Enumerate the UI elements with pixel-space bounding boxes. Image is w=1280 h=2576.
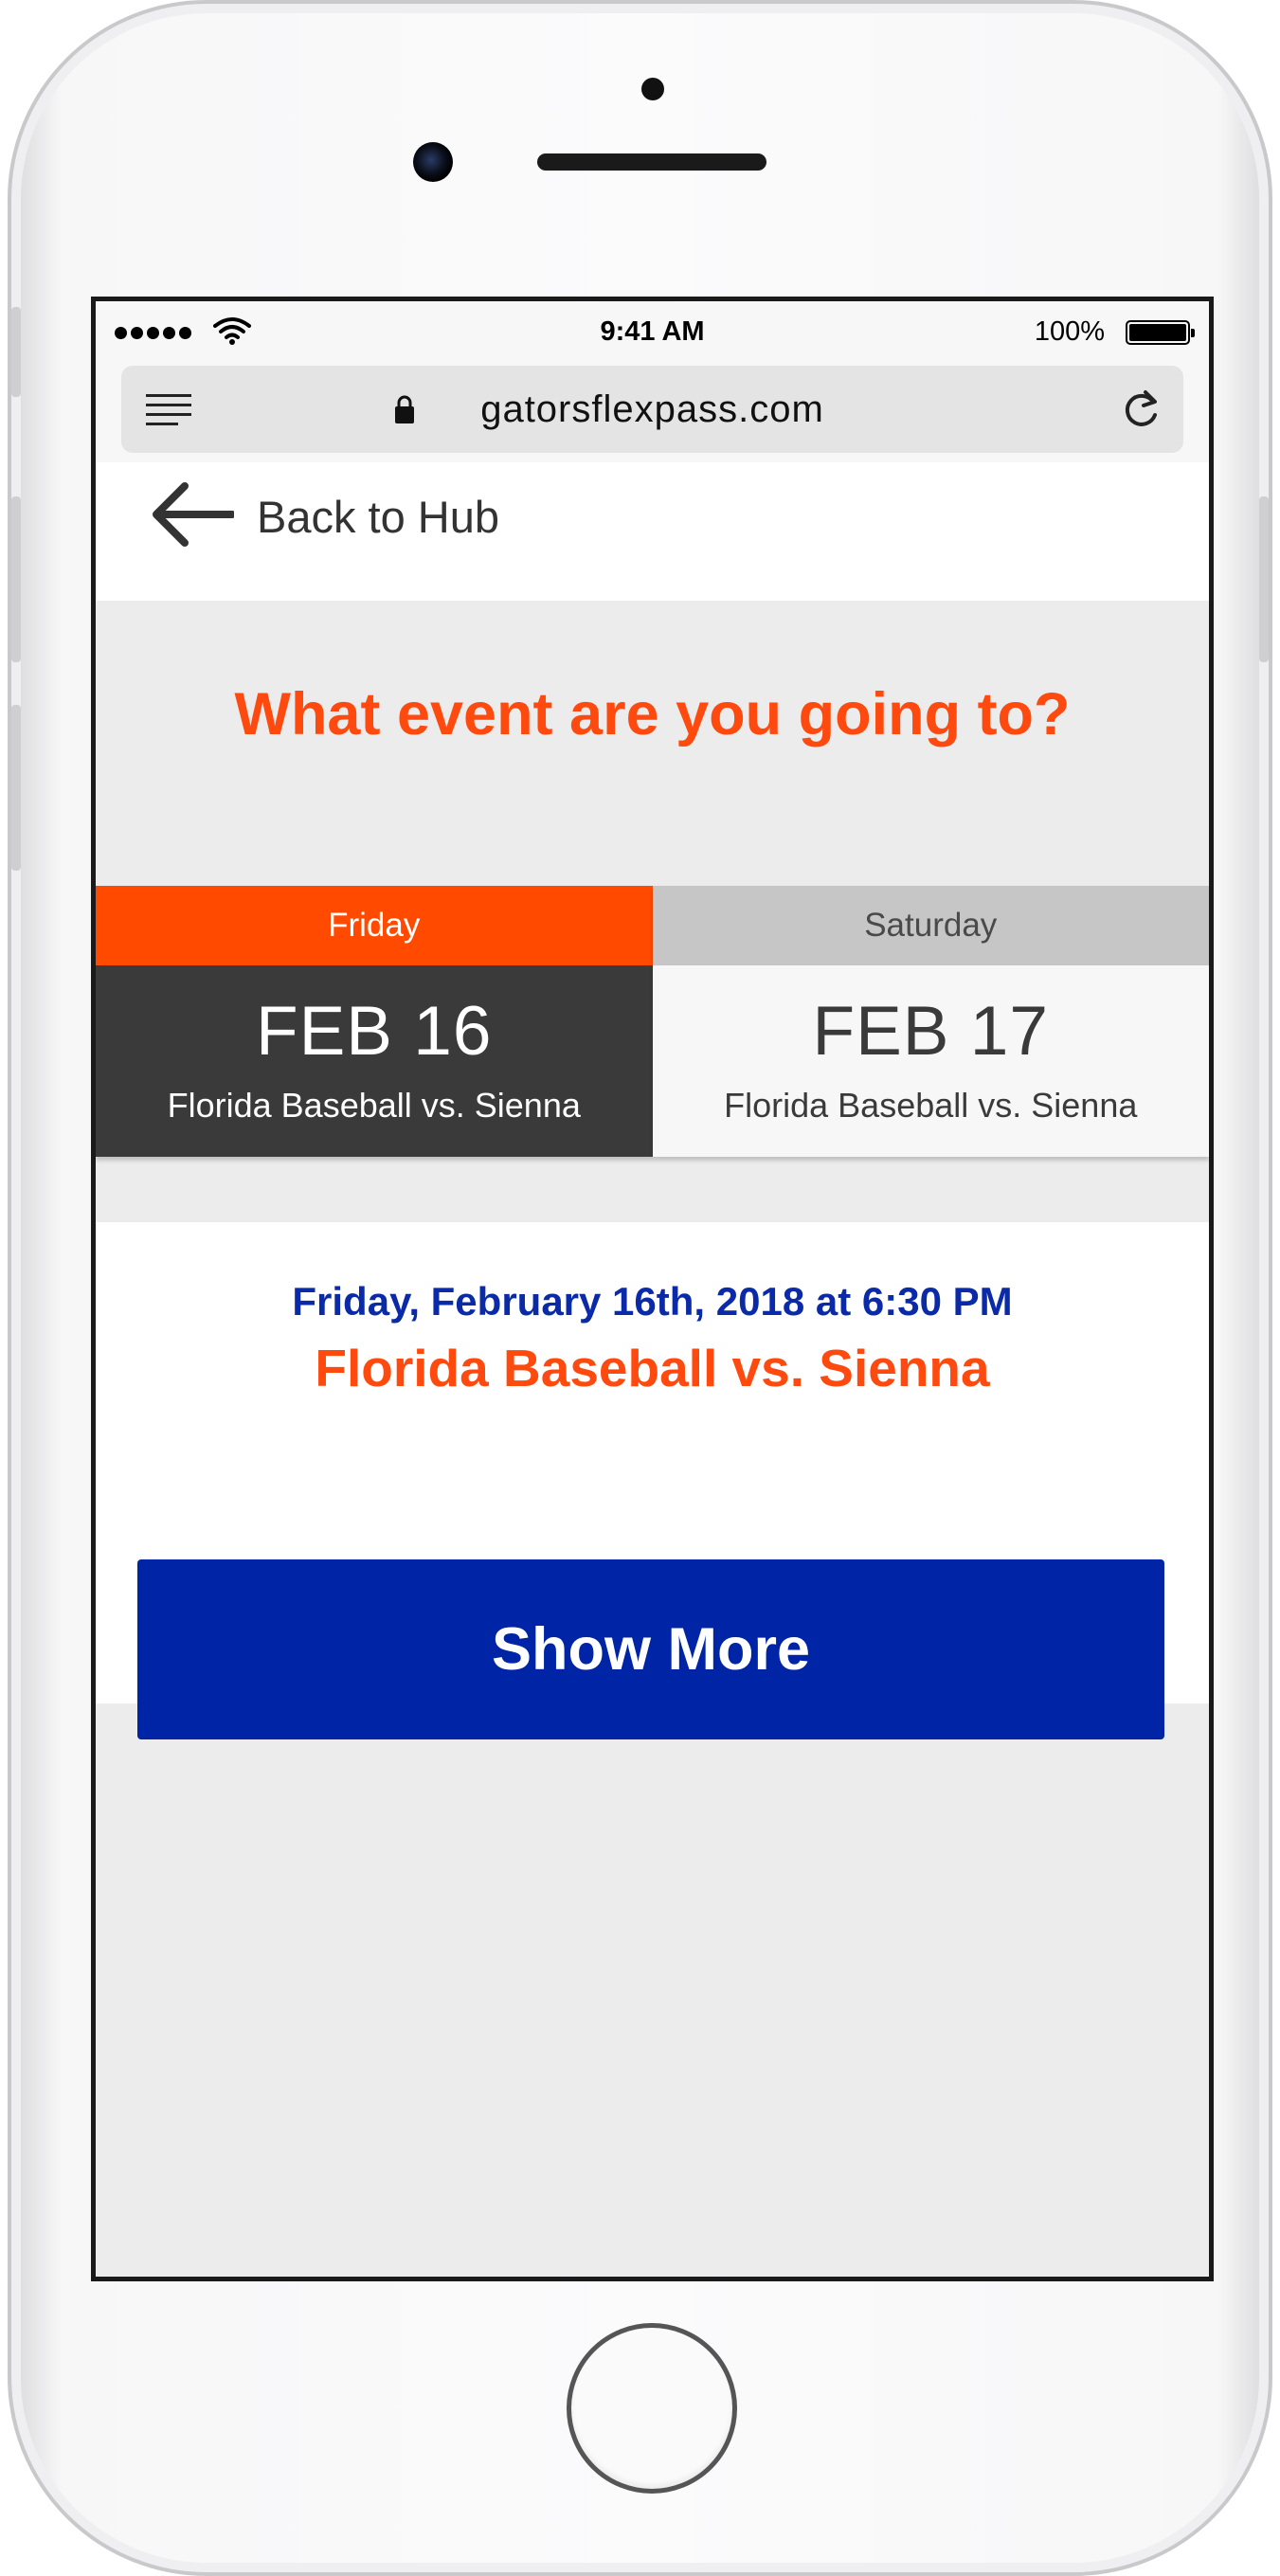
power-button <box>1259 496 1269 662</box>
tab-body: FEB 16 Florida Baseball vs. Sienna <box>96 965 653 1157</box>
event-tabs: Friday FEB 16 Florida Baseball vs. Sienn… <box>96 886 1209 1157</box>
tab-date: FEB 17 <box>812 993 1049 1070</box>
screen: 9:41 AM 100% gatorsflexpass.com Back to … <box>91 297 1214 2281</box>
event-datetime: Friday, February 16th, 2018 at 6:30 PM <box>292 1279 1013 1324</box>
page-title: What event are you going to? <box>234 681 1071 748</box>
show-more-section: Show More <box>96 1503 1209 1739</box>
tab-friday[interactable]: Friday FEB 16 Florida Baseball vs. Sienn… <box>96 886 653 1157</box>
proximity-sensor <box>641 78 664 100</box>
back-arrow-icon[interactable] <box>151 479 234 549</box>
tab-game: Florida Baseball vs. Sienna <box>167 1086 581 1125</box>
tab-date: FEB 16 <box>256 993 493 1070</box>
event-title: Florida Baseball vs. Sienna <box>315 1339 990 1397</box>
reload-icon[interactable] <box>1117 387 1164 434</box>
address-bar[interactable]: gatorsflexpass.com <box>121 366 1183 453</box>
event-detail-card: Friday, February 16th, 2018 at 6:30 PM F… <box>96 1222 1209 1503</box>
tab-day-label: Saturday <box>652 886 1209 965</box>
tab-day-label: Friday <box>96 886 653 965</box>
back-to-hub-label[interactable]: Back to Hub <box>257 491 499 543</box>
show-more-button[interactable]: Show More <box>137 1559 1164 1739</box>
back-to-hub-link[interactable]: Back to Hub <box>96 462 1209 601</box>
tab-game: Florida Baseball vs. Sienna <box>724 1086 1138 1125</box>
mute-switch <box>11 307 21 397</box>
tab-body: FEB 17 Florida Baseball vs. Sienna <box>652 965 1209 1157</box>
phone-frame: 9:41 AM 100% gatorsflexpass.com Back to … <box>8 0 1272 2576</box>
volume-up-button <box>11 496 21 662</box>
battery-icon <box>1126 320 1195 345</box>
battery-percentage: 100% <box>1034 316 1105 347</box>
browser-toolbar: gatorsflexpass.com <box>96 360 1209 462</box>
tab-saturday[interactable]: Saturday FEB 17 Florida Baseball vs. Sie… <box>652 886 1209 1157</box>
home-button[interactable] <box>567 2323 737 2494</box>
earpiece-speaker <box>537 153 766 171</box>
url-text[interactable]: gatorsflexpass.com <box>121 388 1183 431</box>
front-camera-icon <box>413 142 453 182</box>
status-bar: 9:41 AM 100% <box>96 301 1209 360</box>
volume-down-button <box>11 705 21 871</box>
